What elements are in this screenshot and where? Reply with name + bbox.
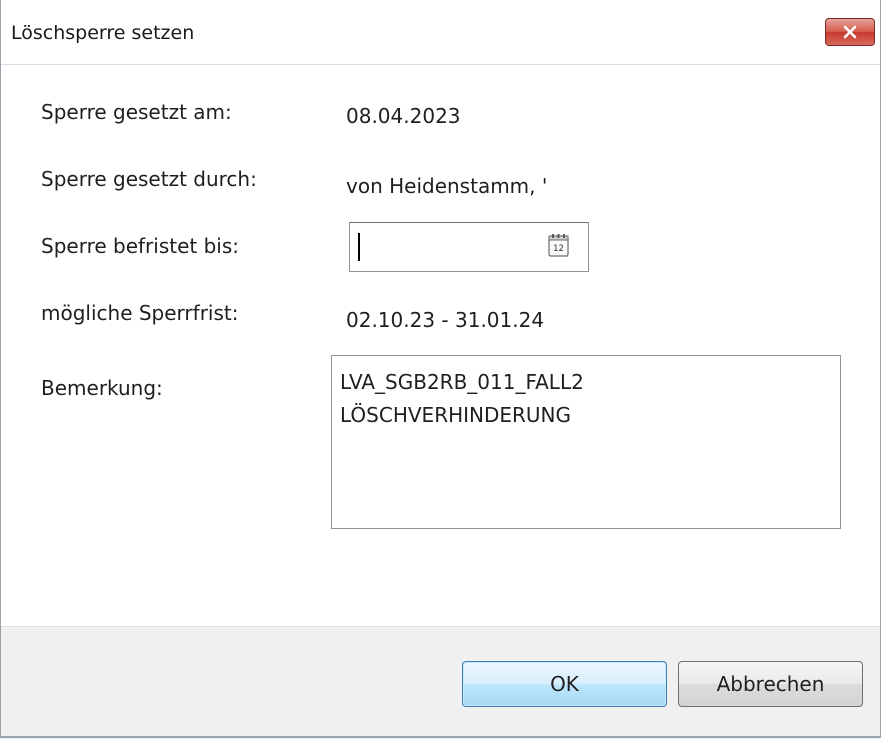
ok-button[interactable]: OK <box>462 661 667 707</box>
set-on-label: Sperre gesetzt am: <box>41 100 232 124</box>
period-label: mögliche Sperrfrist: <box>41 301 239 325</box>
remark-textarea[interactable]: LVA_SGB2RB_011_FALL2 LÖSCHVERHINDERUNG <box>331 355 841 529</box>
close-icon <box>843 25 857 39</box>
limited-until-label: Sperre befristet bis: <box>41 234 240 258</box>
set-by-label: Sperre gesetzt durch: <box>41 167 257 191</box>
dialog-window: Löschsperre setzen Sperre gesetzt am: 08… <box>0 0 881 739</box>
cancel-button[interactable]: Abbrechen <box>678 661 863 707</box>
set-by-value: von Heidenstamm, ' <box>346 174 548 198</box>
calendar-day: 12 <box>553 244 564 254</box>
calendar-button[interactable]: 12 <box>546 232 572 260</box>
dialog-title: Löschsperre setzen <box>11 22 195 44</box>
close-button[interactable] <box>825 18 875 46</box>
remark-label: Bemerkung: <box>41 376 163 400</box>
text-cursor <box>358 233 360 261</box>
calendar-icon: 12 <box>548 234 569 257</box>
remark-line: LVA_SGB2RB_011_FALL2 <box>340 370 584 394</box>
limited-until-date-field[interactable]: 12 <box>349 222 589 272</box>
title-bar[interactable]: Löschsperre setzen <box>1 0 880 65</box>
remark-line: LÖSCHVERHINDERUNG <box>340 403 572 427</box>
set-on-value: 08.04.2023 <box>346 104 461 128</box>
limited-until-input[interactable] <box>362 231 546 265</box>
period-value: 02.10.23 - 31.01.24 <box>346 308 545 332</box>
button-bar: OK Abbrechen <box>1 626 880 739</box>
